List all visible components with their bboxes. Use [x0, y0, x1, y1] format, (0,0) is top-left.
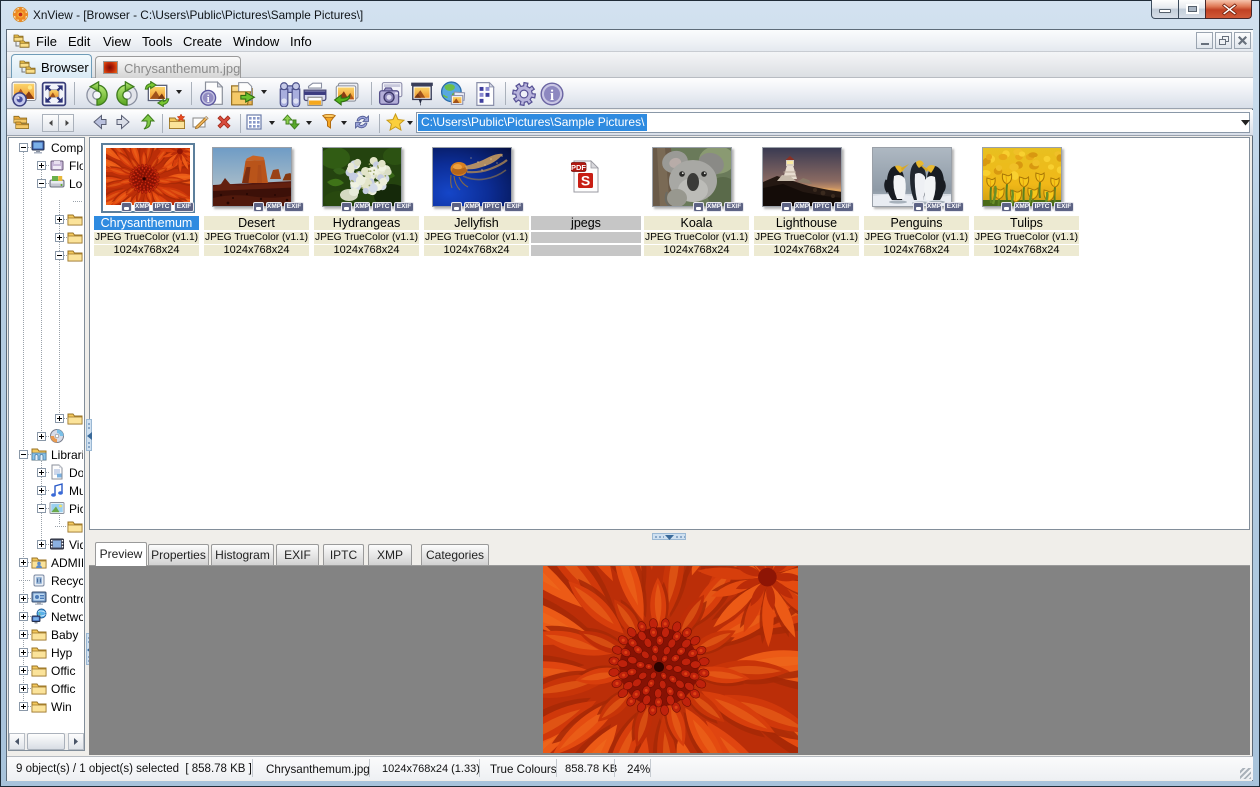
svg-text:PDF: PDF — [571, 163, 586, 172]
svg-text:S: S — [581, 173, 590, 189]
svg-text:i: i — [550, 88, 554, 104]
svg-text:i: i — [207, 94, 210, 105]
